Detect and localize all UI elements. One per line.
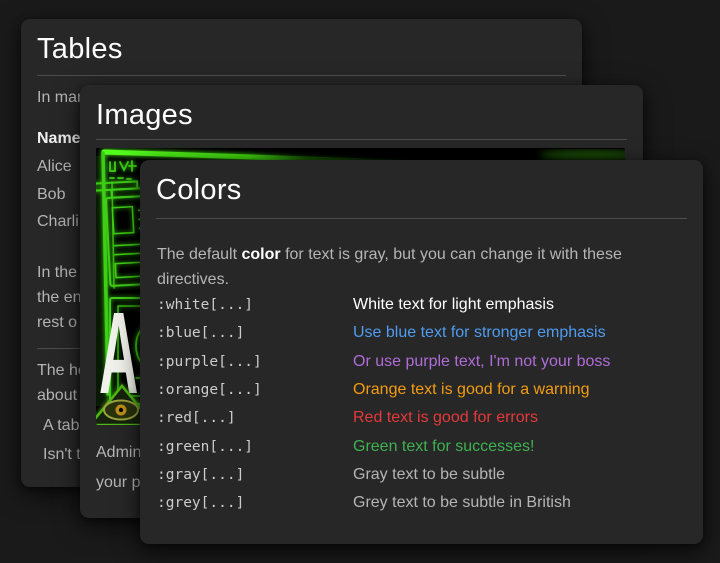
table-column-header: Name xyxy=(37,130,81,147)
directive-code: :gray[...] xyxy=(157,466,245,483)
directive-description: Use blue text for stronger emphasis xyxy=(353,324,606,342)
table-row: Bob xyxy=(37,186,66,203)
intro-bold-word: color xyxy=(241,246,281,263)
directive-row-orange: :orange[...] Orange text is good for a w… xyxy=(157,376,686,404)
directive-code: :blue[...] xyxy=(157,325,245,342)
directive-code: :grey[...] xyxy=(157,495,245,512)
directive-description: Gray text to be subtle xyxy=(353,465,506,483)
title-divider xyxy=(156,218,687,219)
directive-row-red: :red[...] Red text is good for errors xyxy=(157,404,686,432)
directive-row-gray: :gray[...] Gray text to be subtle xyxy=(157,461,686,489)
table-row: Charli xyxy=(37,213,79,230)
directive-row-grey: :grey[...] Grey text to be subtle in Bri… xyxy=(157,489,686,517)
image-caption-line: Admin xyxy=(96,444,142,461)
directive-row-purple: :purple[...] Or use purple text, I'm not… xyxy=(157,348,686,376)
directive-code: :purple[...] xyxy=(157,353,262,370)
tables-paragraph-line: the en xyxy=(37,289,82,306)
directive-description: Grey text to be subtle in British xyxy=(353,494,571,512)
tables-quote-line: Isn't t xyxy=(43,446,81,463)
directive-code: :red[...] xyxy=(157,410,236,427)
tables-paragraph-line: rest o xyxy=(37,314,78,331)
intro-text: The default xyxy=(157,246,242,263)
directive-description: Green text for successes! xyxy=(353,437,535,455)
directive-description: Or use purple text, I'm not your boss xyxy=(353,352,611,370)
title-divider xyxy=(37,75,566,76)
directive-description: Orange text is good for a warning xyxy=(353,381,590,399)
colors-intro-paragraph: The default color for text is gray, but … xyxy=(157,242,687,292)
colors-window[interactable]: Colors The default color for text is gra… xyxy=(140,160,703,544)
directive-row-green: :green[...] Green text for successes! xyxy=(157,432,686,460)
image-caption-line: your p xyxy=(96,474,141,491)
tables-paragraph-line: about xyxy=(37,387,78,404)
images-window-title: Images xyxy=(96,99,193,131)
tables-quote-line: A tabl xyxy=(43,417,84,434)
directive-row-blue: :blue[...] Use blue text for stronger em… xyxy=(157,319,686,347)
title-divider xyxy=(96,139,627,140)
table-row: Alice xyxy=(37,158,72,175)
tables-window-title: Tables xyxy=(37,33,123,65)
directive-description: White text for light emphasis xyxy=(353,296,554,314)
directive-description: Red text is good for errors xyxy=(353,409,538,427)
directive-code: :orange[...] xyxy=(157,382,262,399)
tables-paragraph-line: In the xyxy=(37,264,78,281)
directive-row-white: :white[...] White text for light emphasi… xyxy=(157,291,686,319)
colors-window-title: Colors xyxy=(156,174,242,206)
directive-code: :white[...] xyxy=(157,297,254,314)
tables-intro-text: In mar xyxy=(37,89,83,106)
directive-code: :green[...] xyxy=(157,438,254,455)
color-directive-list: :white[...] White text for light emphasi… xyxy=(157,291,686,517)
